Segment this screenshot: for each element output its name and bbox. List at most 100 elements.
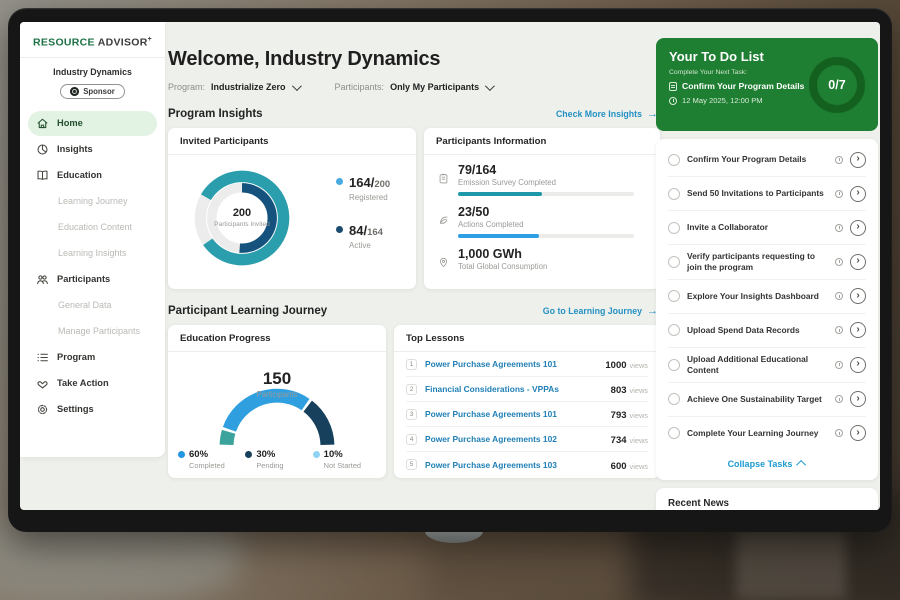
todo-datetime: 12 May 2025, 12:00 PM	[682, 96, 763, 105]
invited-participants-donut-chart: 200 Participants Invited	[190, 166, 294, 270]
task-checkbox[interactable]	[668, 359, 680, 371]
clock-icon	[835, 224, 843, 232]
legend-active: 84/164 Active	[336, 222, 390, 250]
todo-progress-ring: 0/7	[809, 57, 865, 113]
legend-pending: 30% Pending	[245, 449, 312, 470]
sidebar-item-take-action[interactable]: Take Action	[28, 371, 157, 396]
task-checkbox[interactable]	[668, 393, 680, 405]
lesson-link[interactable]: Financial Considerations - VPPAs	[425, 384, 603, 394]
section-title-learning-journey: Participant Learning Journey	[168, 305, 327, 317]
task-checkbox[interactable]	[668, 427, 680, 439]
task-row-confirm-program[interactable]: Confirm Your Program Details ›	[668, 143, 866, 177]
actions-completed-row: 23/50 Actions Completed	[438, 205, 646, 238]
lesson-row: 2 Financial Considerations - VPPAs 803vi…	[406, 377, 648, 402]
clock-icon	[835, 292, 843, 300]
task-icon	[669, 82, 677, 91]
task-open-button[interactable]: ›	[850, 391, 866, 407]
lesson-link[interactable]: Power Purchase Agreements 101	[425, 359, 597, 369]
survey-icon	[438, 163, 450, 196]
task-row-upload-educational-content[interactable]: Upload Additional Educational Content ›	[668, 348, 866, 383]
participants-dropdown[interactable]: Participants: Only My Participants	[335, 82, 493, 92]
sidebar-item-manage-participants[interactable]: Manage Participants	[28, 319, 157, 344]
task-open-button[interactable]: ›	[850, 288, 866, 304]
task-open-button[interactable]: ›	[850, 254, 866, 270]
sidebar-item-settings[interactable]: Settings	[28, 397, 157, 422]
sidebar-item-education[interactable]: Education	[28, 163, 157, 188]
task-row-send-invitations[interactable]: Send 50 Invitations to Participants ›	[668, 177, 866, 211]
emission-survey-progressbar	[458, 192, 634, 196]
rank-badge: 5	[406, 459, 417, 470]
clock-icon	[835, 361, 843, 369]
sidebar-item-program[interactable]: Program	[28, 345, 157, 370]
not-started-dot-icon	[313, 451, 320, 458]
actions-progressbar	[458, 234, 634, 238]
lesson-row: 4 Power Purchase Agreements 102 734views	[406, 427, 648, 452]
sidebar-item-general-data[interactable]: General Data	[28, 293, 157, 318]
clock-icon	[835, 156, 843, 164]
top-lessons-title: Top Lessons	[394, 325, 660, 352]
sidebar-item-learning-journey[interactable]: Learning Journey	[28, 189, 157, 214]
check-more-insights-link[interactable]: Check More Insights →	[556, 109, 658, 120]
lesson-link[interactable]: Power Purchase Agreements 103	[425, 460, 603, 470]
clock-icon	[835, 429, 843, 437]
task-checkbox[interactable]	[668, 256, 680, 268]
task-row-upload-spend-data[interactable]: Upload Spend Data Records ›	[668, 314, 866, 348]
right-panel: Your To Do List Complete Your Next Task:…	[656, 38, 878, 510]
task-checkbox[interactable]	[668, 154, 680, 166]
app-logo: RESOURCE ADVISOR+	[20, 32, 165, 58]
rank-badge: 1	[406, 359, 417, 370]
task-checkbox[interactable]	[668, 188, 680, 200]
actions-icon	[438, 205, 450, 238]
sidebar-item-education-content[interactable]: Education Content	[28, 215, 157, 240]
rank-badge: 4	[406, 434, 417, 445]
lesson-link[interactable]: Power Purchase Agreements 102	[425, 434, 603, 444]
section-title-program-insights: Program Insights	[168, 108, 263, 120]
program-dropdown[interactable]: Program: Industrialize Zero	[168, 82, 299, 92]
sidebar-nav: Home Insights Education Learning Journey…	[20, 111, 165, 422]
background-column	[736, 530, 846, 600]
sidebar-item-learning-insights[interactable]: Learning Insights	[28, 241, 157, 266]
monitor-bezel: RESOURCE ADVISOR+ Industry Dynamics Spon…	[8, 8, 892, 532]
sidebar-item-participants[interactable]: Participants	[28, 267, 157, 292]
legend-registered: 164/200 Registered	[336, 174, 390, 202]
consumption-row: 1,000 GWh Total Global Consumption	[438, 247, 646, 273]
task-row-achieve-target[interactable]: Achieve One Sustainability Target ›	[668, 383, 866, 417]
task-row-complete-learning-journey[interactable]: Complete Your Learning Journey ›	[668, 417, 866, 450]
gauge-center-value: 150	[168, 369, 386, 389]
education-progress-title: Education Progress	[168, 325, 386, 352]
task-open-button[interactable]: ›	[850, 186, 866, 202]
main-content: Welcome, Industry Dynamics Program: Indu…	[168, 22, 660, 510]
take-action-icon	[36, 377, 49, 390]
clock-icon	[835, 258, 843, 266]
task-checkbox[interactable]	[668, 222, 680, 234]
task-checkbox[interactable]	[668, 290, 680, 302]
program-icon	[36, 351, 49, 364]
gear-icon	[36, 403, 49, 416]
task-open-button[interactable]: ›	[850, 357, 866, 373]
task-open-button[interactable]: ›	[850, 152, 866, 168]
donut-legend: 164/200 Registered 84/164 Active	[336, 174, 390, 250]
sidebar-item-insights[interactable]: Insights	[28, 137, 157, 162]
sidebar-item-home[interactable]: Home	[28, 111, 157, 136]
task-row-verify-participants[interactable]: Verify participants requesting to join t…	[668, 245, 866, 280]
task-row-explore-insights[interactable]: Explore Your Insights Dashboard ›	[668, 280, 866, 314]
collapse-tasks-link[interactable]: Collapse Tasks	[668, 450, 866, 474]
education-progress-card: Education Progress 150 Participants 60% …	[168, 325, 386, 478]
gauge-center-label: Participants	[168, 390, 386, 399]
sponsor-icon	[70, 87, 79, 96]
task-row-invite-collaborator[interactable]: Invite a Collaborator ›	[668, 211, 866, 245]
todo-next-task: Confirm Your Program Details	[682, 81, 804, 91]
logo-text-resource: RESOURCE	[33, 37, 95, 49]
lesson-row: 3 Power Purchase Agreements 101 793views	[406, 402, 648, 427]
rank-badge: 2	[406, 384, 417, 395]
top-lessons-card: Top Lessons 1 Power Purchase Agreements …	[394, 325, 660, 478]
task-open-button[interactable]: ›	[850, 322, 866, 338]
education-icon	[36, 169, 49, 182]
task-open-button[interactable]: ›	[850, 220, 866, 236]
task-open-button[interactable]: ›	[850, 425, 866, 441]
donut-center-label: Participants Invited	[214, 221, 270, 230]
lesson-link[interactable]: Power Purchase Agreements 101	[425, 409, 603, 419]
task-checkbox[interactable]	[668, 324, 680, 336]
go-to-learning-journey-link[interactable]: Go to Learning Journey →	[543, 306, 658, 317]
active-dot-icon	[336, 226, 343, 233]
